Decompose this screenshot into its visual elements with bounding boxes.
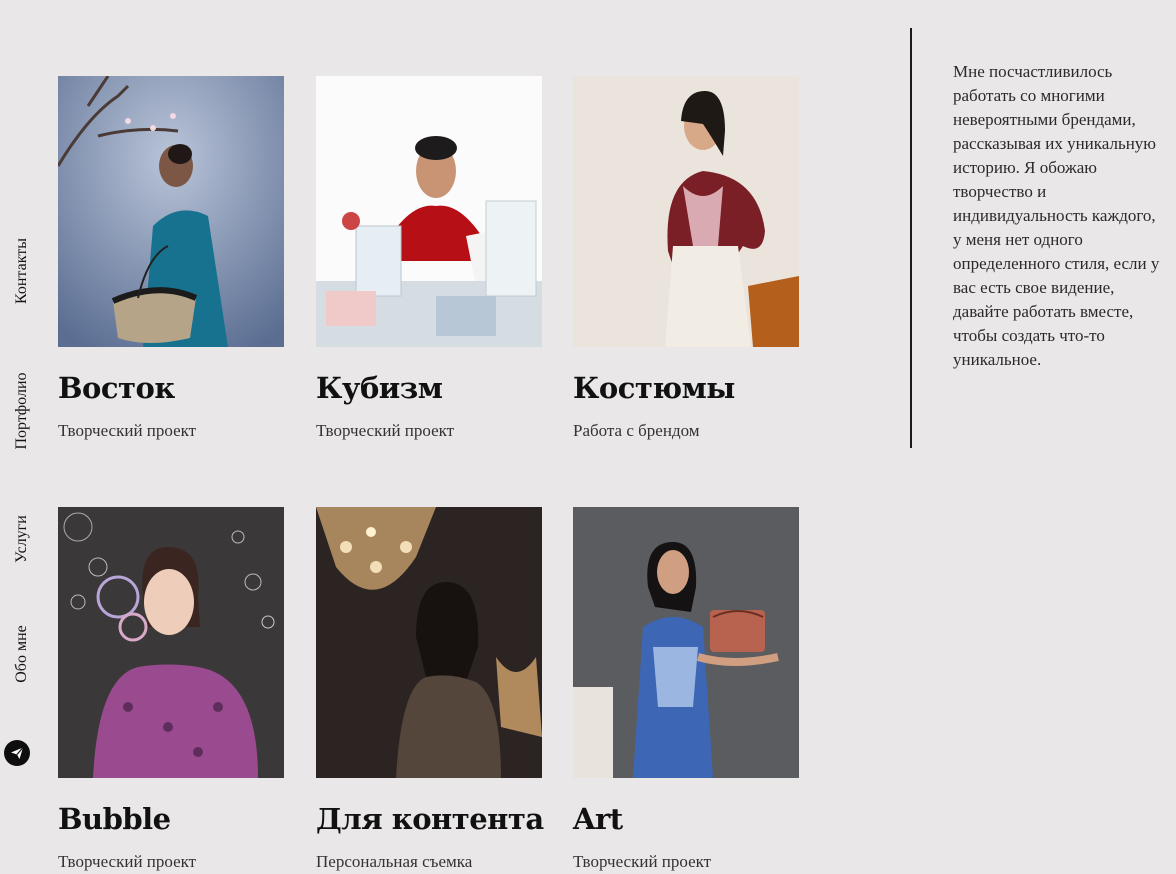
telegram-button[interactable]	[4, 740, 30, 766]
project-subtitle: Персональная съемка	[316, 852, 473, 871]
project-title: Костюмы	[573, 371, 735, 405]
project-photo[interactable]	[316, 76, 542, 347]
project-card-bubble[interactable]: Bubble Творческий проект	[58, 507, 284, 871]
about-text: Мне посчастливилось работать со многими …	[953, 62, 1160, 369]
project-photo[interactable]	[573, 76, 799, 347]
side-nav: Контакты Портфолио Услуги Обо мне	[0, 0, 44, 874]
project-subtitle: Работа с брендом	[573, 421, 700, 440]
project-title: Кубизм	[316, 371, 443, 405]
telegram-icon	[11, 747, 24, 759]
project-subtitle: Творческий проект	[58, 852, 197, 871]
project-photo[interactable]	[316, 507, 542, 778]
nav-portfolio[interactable]: Портфолио	[13, 372, 31, 449]
project-title: Восток	[58, 371, 175, 405]
project-photo[interactable]	[58, 507, 284, 778]
project-card-kostyumy[interactable]: Костюмы Работа с брендом	[573, 76, 799, 440]
project-card-dlya-kontenta[interactable]: Для контента Персональная съемка	[316, 507, 544, 871]
project-subtitle: Творческий проект	[316, 421, 455, 440]
project-card-vostok[interactable]: Восток Творческий проект	[58, 76, 284, 440]
project-subtitle: Творческий проект	[573, 852, 712, 871]
project-title: Для контента	[316, 802, 544, 836]
project-card-art[interactable]: Art Творческий проект	[573, 507, 799, 871]
nav-services[interactable]: Услуги	[13, 515, 31, 563]
nav-about[interactable]: Обо мне	[13, 625, 31, 682]
project-subtitle: Творческий проект	[58, 421, 197, 440]
nav-contacts[interactable]: Контакты	[13, 238, 31, 304]
project-photo[interactable]	[58, 76, 284, 347]
project-title: Bubble	[58, 802, 171, 836]
project-photo[interactable]	[573, 507, 799, 778]
vertical-divider	[910, 28, 912, 448]
project-card-kubizm[interactable]: Кубизм Творческий проект	[316, 76, 542, 440]
project-title: Art	[573, 802, 623, 836]
